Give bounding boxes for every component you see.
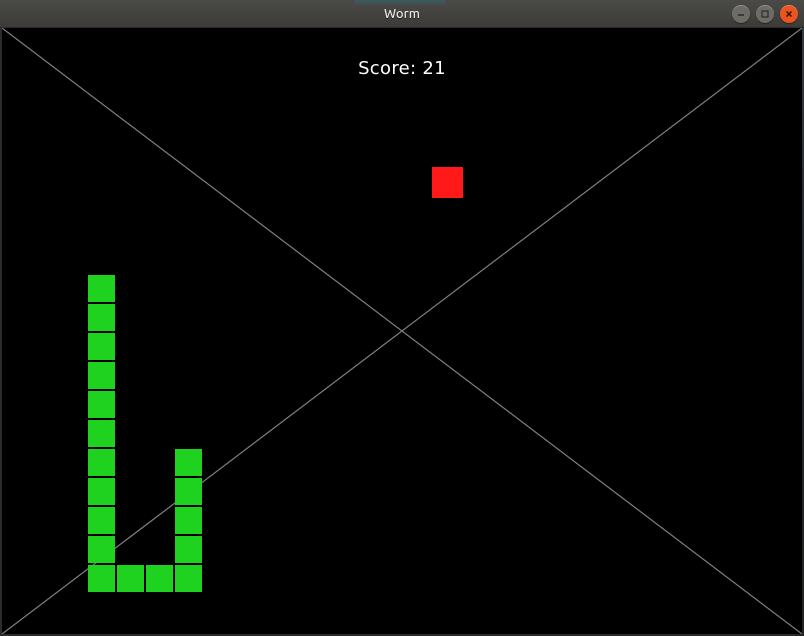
snake-segment (175, 478, 202, 505)
maximize-icon (760, 9, 770, 19)
snake-segment (146, 565, 173, 592)
minimize-icon (736, 9, 746, 19)
snake-segment (88, 507, 115, 534)
window-title: Worm (384, 7, 420, 21)
score-display: Score: 21 (358, 58, 446, 79)
snake-segment (88, 304, 115, 331)
window-titlebar: Worm (0, 0, 804, 28)
snake-segment (88, 478, 115, 505)
score-label: Score: (358, 58, 416, 79)
background-hint (355, 0, 445, 6)
snake-segment (175, 507, 202, 534)
close-button[interactable] (780, 5, 798, 23)
game-canvas[interactable]: Score: 21 (2, 28, 802, 634)
snake-segment (175, 536, 202, 563)
score-value: 21 (422, 58, 446, 79)
snake-segment (88, 333, 115, 360)
close-icon (784, 9, 794, 19)
snake-segment (88, 449, 115, 476)
diagonal-lines (2, 28, 802, 634)
snake-segment (175, 565, 202, 592)
food-block (432, 167, 463, 198)
minimize-button[interactable] (732, 5, 750, 23)
snake-segment (88, 420, 115, 447)
snake-segment (88, 275, 115, 302)
snake-segment (175, 449, 202, 476)
window-controls (732, 5, 798, 23)
snake-segment (88, 362, 115, 389)
snake-segment (88, 536, 115, 563)
snake-segment (88, 391, 115, 418)
snake-segment (117, 565, 144, 592)
maximize-button[interactable] (756, 5, 774, 23)
snake-segment (88, 565, 115, 592)
